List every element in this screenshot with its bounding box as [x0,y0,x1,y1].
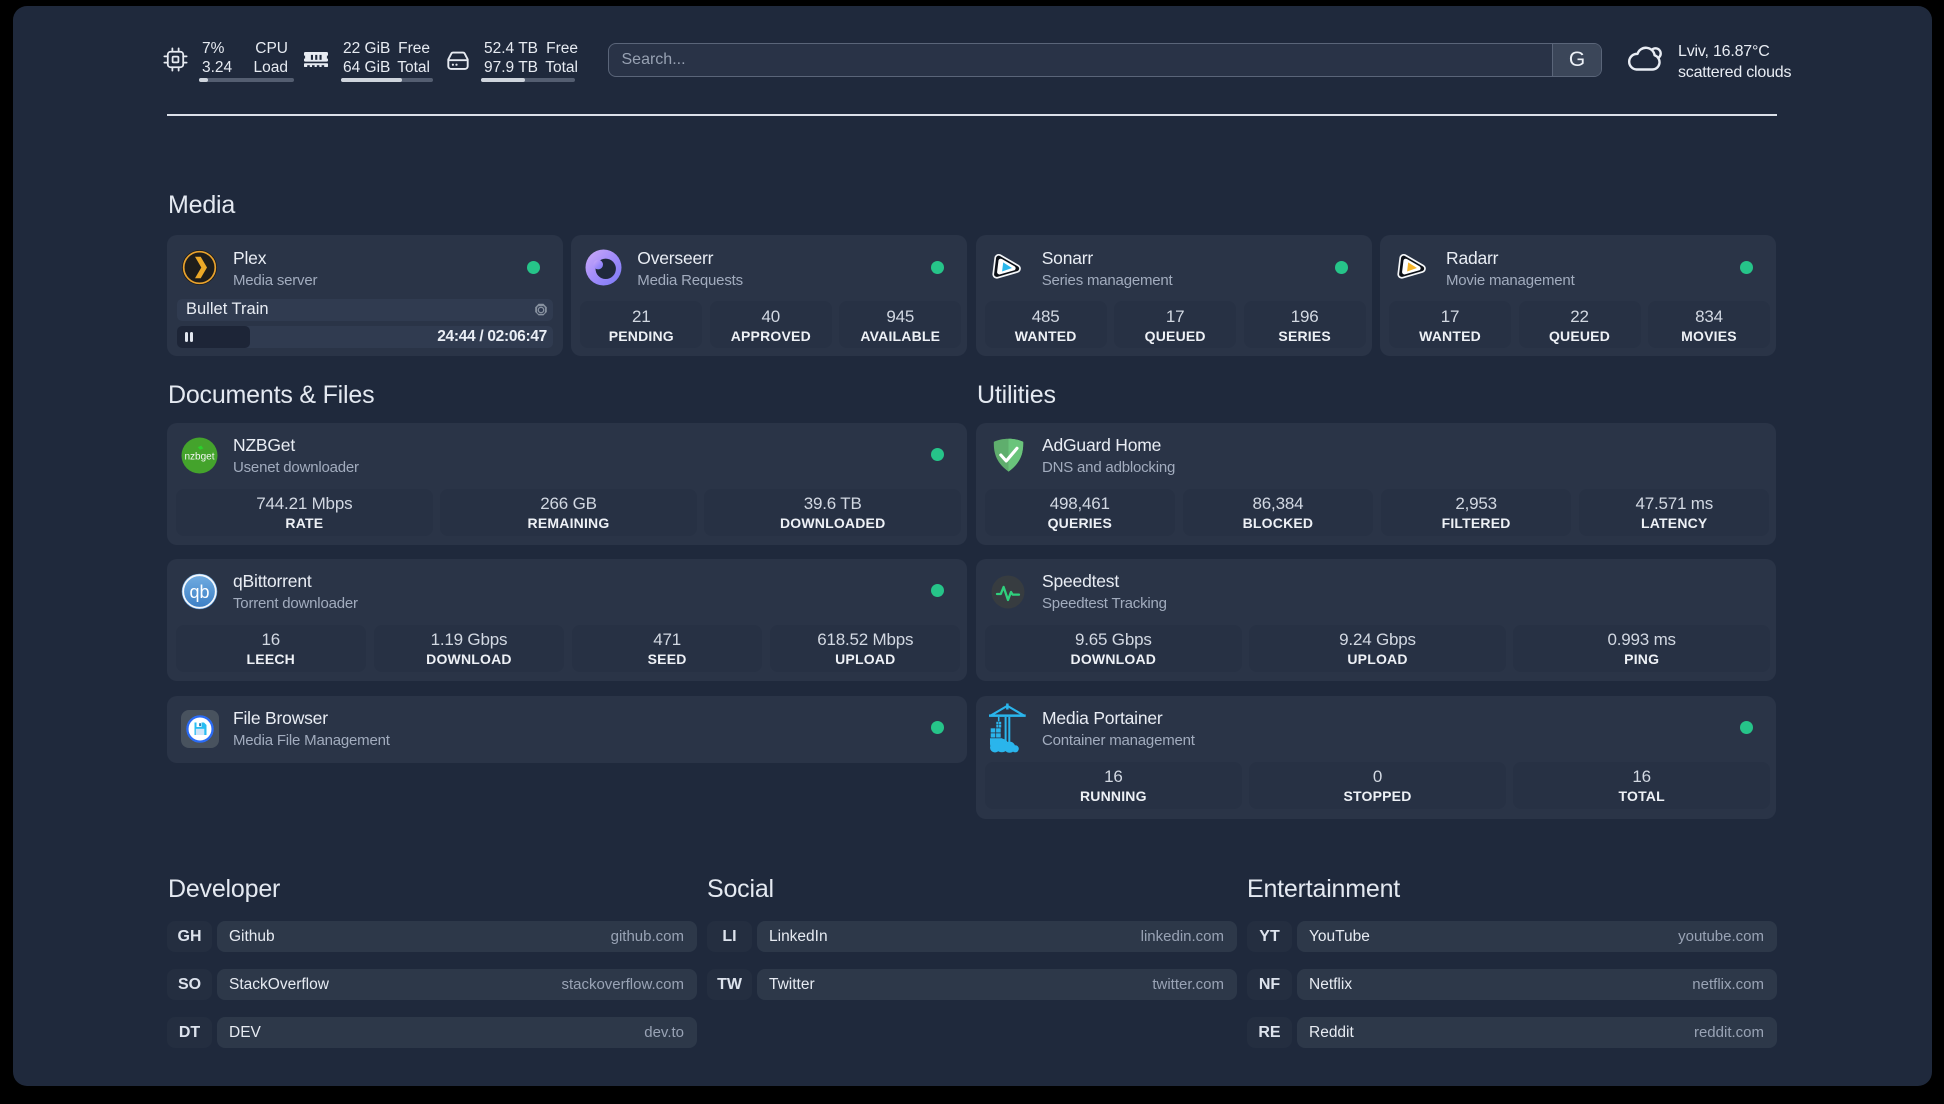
svg-text:nzbget: nzbget [184,451,214,462]
svg-text:qb: qb [189,582,209,602]
